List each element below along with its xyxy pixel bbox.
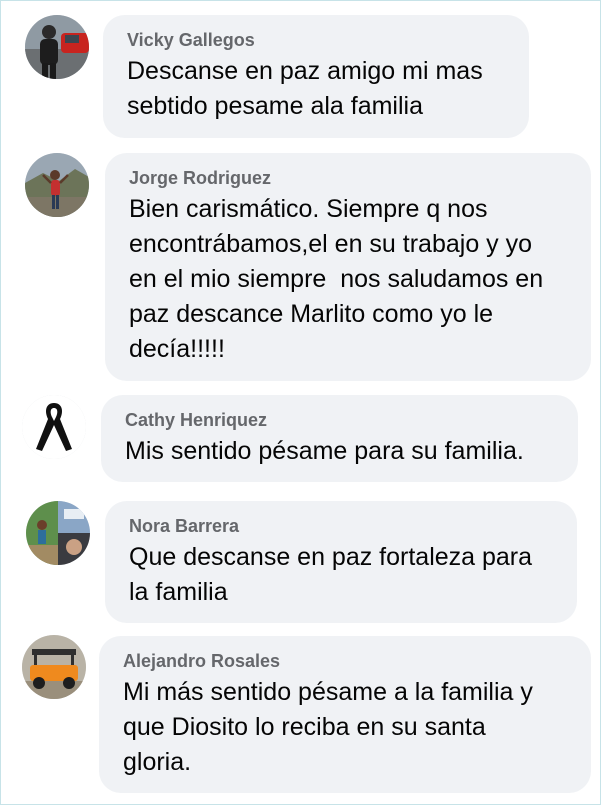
comment-bubble: Vicky Gallegos Descanse en paz amigo mi … (103, 15, 529, 138)
comment-text: Descanse en paz amigo mi mas sebtido pes… (127, 57, 483, 120)
person-by-red-car-avatar-icon[interactable] (25, 15, 89, 79)
comment-bubble: Cathy Henriquez Mis sentido pésame para … (101, 395, 578, 482)
black-mourning-ribbon-icon[interactable] (22, 395, 86, 459)
comment-text: Mi más sentido pésame a la familia y que… (123, 678, 533, 776)
comment-thread: Vicky Gallegos Descanse en paz amigo mi … (0, 0, 601, 805)
comment-author[interactable]: Cathy Henriquez (125, 409, 556, 431)
comment-author[interactable]: Alejandro Rosales (123, 650, 569, 672)
orange-golf-cart-avatar-icon[interactable] (22, 635, 86, 699)
comment-text: Mis sentido pésame para su familia. (125, 437, 524, 465)
comment-author[interactable]: Vicky Gallegos (127, 29, 507, 51)
comment-bubble: Nora Barrera Que descanse en paz fortale… (105, 501, 577, 623)
person-outdoors-avatar-icon[interactable] (25, 153, 89, 217)
photo-collage-avatar-icon[interactable] (26, 501, 90, 565)
comment-bubble: Jorge Rodriguez Bien carismático. Siempr… (105, 153, 591, 381)
comment-author[interactable]: Nora Barrera (129, 515, 555, 537)
comment-bubble: Alejandro Rosales Mi más sentido pésame … (99, 636, 591, 793)
comment-text: Que descanse en paz fortaleza para la fa… (129, 543, 533, 606)
comment-author[interactable]: Jorge Rodriguez (129, 167, 569, 189)
comment-text: Bien carismático. Siempre q nos encontrá… (129, 195, 544, 363)
